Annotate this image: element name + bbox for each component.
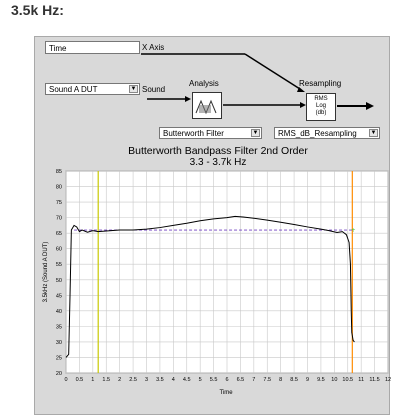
y-tick-labels: 20 25 30 35 40 45 50 55 60 65 70 75 80 85	[56, 169, 62, 377]
x-tick-label: 5.5	[210, 377, 218, 383]
x-tick-label: 8.5	[290, 377, 298, 383]
x-tick-label: 3.5	[156, 377, 164, 383]
y-tick-label: 80	[56, 185, 62, 191]
x-tick-label: 10.5	[342, 377, 353, 383]
x-tick-label: 8	[279, 377, 282, 383]
x-tick-label: 6.5	[237, 377, 245, 383]
x-tick-label: 1.5	[102, 377, 110, 383]
y-tick-label: 25	[56, 355, 62, 361]
x-tick-label: 5	[199, 377, 202, 383]
x-tick-label: 11	[358, 377, 364, 383]
y-tick-label: 20	[56, 371, 62, 377]
y-tick-label: 70	[56, 216, 62, 222]
x-tick-label: 9	[306, 377, 309, 383]
x-tick-label: 2.5	[129, 377, 137, 383]
x-tick-label: 0	[64, 377, 67, 383]
reference-point-icon: +	[351, 227, 356, 234]
x-tick-label: 0.5	[76, 377, 84, 383]
line-chart: 2025303540455055606570758085 0 0.5 1 1.5 2 2.…	[43, 169, 391, 396]
y-tick-label: 35	[56, 324, 62, 330]
y-tick-label: 40	[56, 309, 62, 315]
x-tick-label: 9.5	[317, 377, 325, 383]
y-tick-label: 45	[56, 293, 62, 299]
x-tick-label: 10	[331, 377, 337, 383]
x-tick-label: 3	[145, 377, 148, 383]
y-tick-label: 30	[56, 340, 62, 346]
x-tick-label: 2	[118, 377, 121, 383]
x-tick-label: 1	[91, 377, 94, 383]
y-axis-title: 3.5kHz (Sound A DUT)	[43, 242, 49, 303]
x-tick-label: 6	[225, 377, 228, 383]
x-tick-label: 7	[252, 377, 255, 383]
x-axis-title: Time	[219, 390, 233, 396]
x-tick-labels: 0 0.5 1 1.5 2 2.5 3 3.5 4 4.5 5 5.5 6 6.5 7 7.5 8 8.5 9 9.5…	[64, 377, 391, 383]
y-tick-label: 60	[56, 247, 62, 253]
y-tick-label: 75	[56, 200, 62, 206]
x-tick-label: 4.5	[183, 377, 191, 383]
x-tick-label: 11.5	[369, 377, 379, 383]
x-tick-label: 12	[385, 377, 391, 383]
y-tick-label: 50	[56, 278, 62, 284]
y-tick-label: 85	[56, 169, 62, 175]
y-tick-label: 65	[56, 231, 62, 237]
x-tick-label: 4	[172, 377, 175, 383]
y-tick-label: 55	[56, 262, 62, 268]
x-tick-label: 7.5	[263, 377, 271, 383]
